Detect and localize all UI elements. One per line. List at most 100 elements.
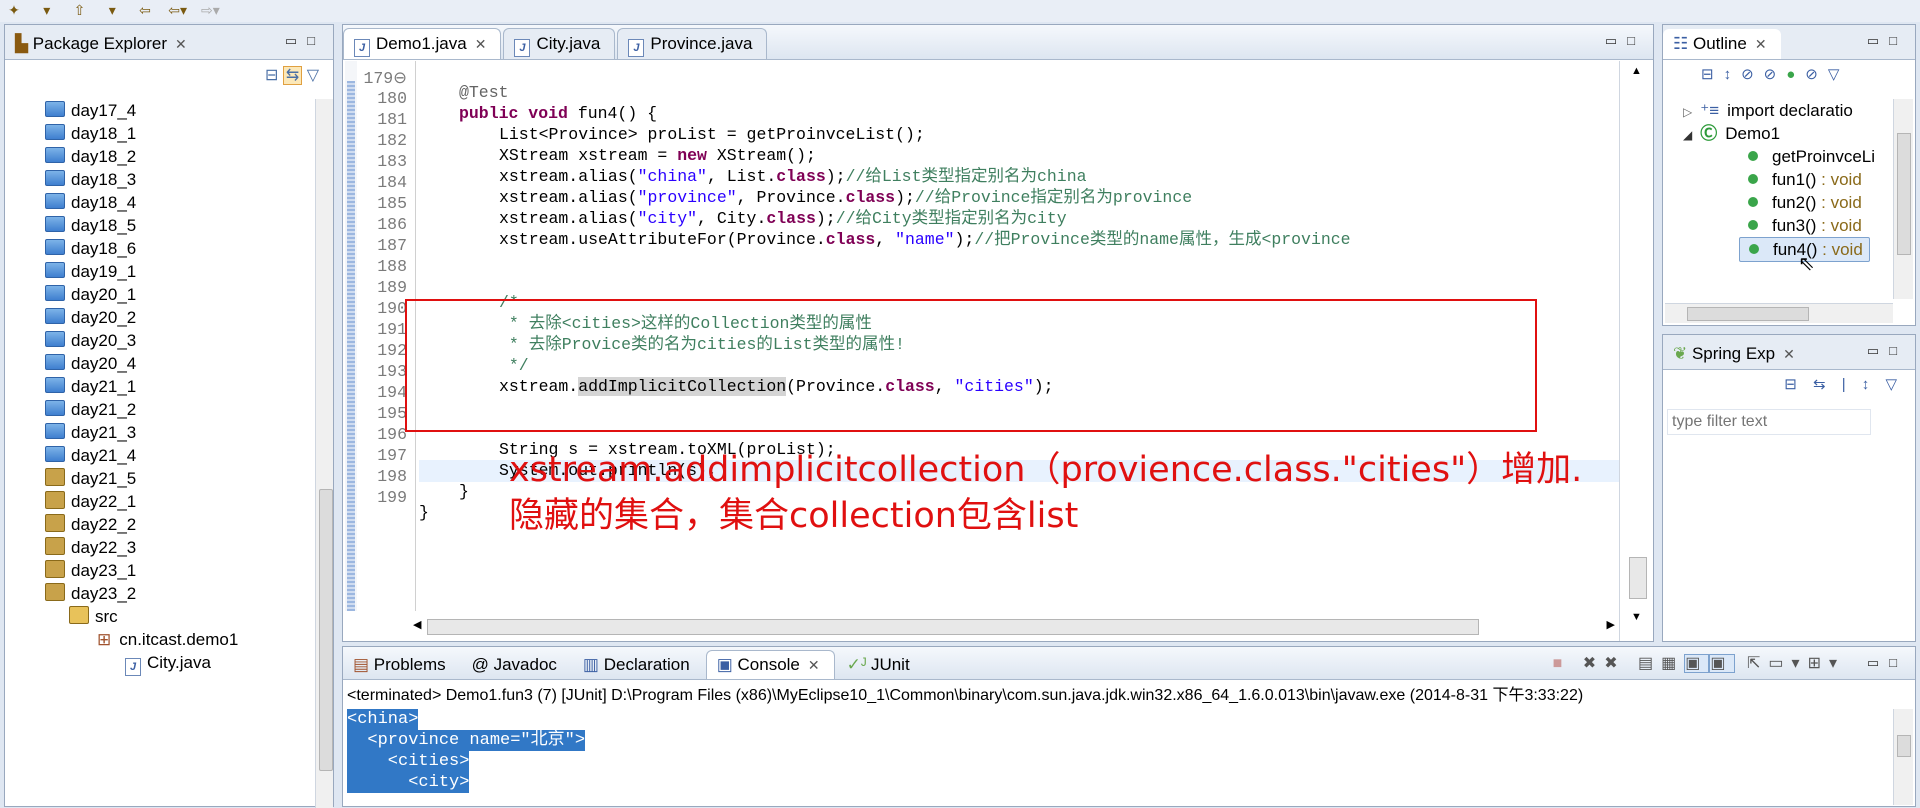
remove-launch-icon[interactable]: ✖	[1583, 655, 1604, 672]
close-icon[interactable]: ✕	[475, 36, 487, 52]
outline-horizontal-scrollbar[interactable]	[1665, 303, 1893, 323]
scroll-up-icon[interactable]: ▲	[1631, 65, 1642, 77]
tree-item-day22-3[interactable]: day22_3	[45, 536, 136, 559]
minimize-maximize-icon[interactable]: ▭□	[1867, 33, 1907, 49]
close-icon[interactable]: ✕	[1783, 346, 1795, 362]
collapse-all-icon[interactable]: ⊟	[1784, 376, 1803, 393]
scroll-right-icon[interactable]: ▶	[1607, 618, 1615, 631]
view-menu-icon[interactable]: ▽	[1885, 376, 1903, 393]
tab-junit[interactable]: ✓ᴶ JUnit	[837, 651, 924, 679]
tree-item-day20-4[interactable]: day20_4	[45, 352, 136, 375]
tab-package-explorer[interactable]: ▙ Package Explorer ✕	[5, 29, 201, 59]
tree-item-city-java[interactable]: J City.java	[125, 651, 211, 676]
display-console-icon[interactable]: ▭▾	[1768, 655, 1807, 672]
tab-province-java[interactable]: J Province.java	[617, 28, 768, 59]
package-explorer-scrollbar[interactable]	[315, 99, 333, 808]
scroll-down-icon[interactable]: ▼	[1631, 611, 1642, 623]
view-menu-icon[interactable]: ▽	[1828, 66, 1850, 83]
sort-icon[interactable]: ↕	[1724, 66, 1742, 83]
scrollbar-thumb[interactable]	[1687, 307, 1809, 321]
collapse-all-icon[interactable]: ⊟ ⇆ ▽	[265, 65, 319, 85]
remove-all-icon[interactable]: ✖	[1604, 655, 1625, 672]
tree-item-day23-2[interactable]: day23_2	[45, 582, 136, 605]
scrollbar-thumb[interactable]	[1897, 735, 1911, 757]
scroll-left-icon[interactable]: ◀	[413, 618, 421, 631]
tree-item-day21-2[interactable]: day21_2	[45, 398, 136, 421]
forward-icon[interactable]: ⇨▾	[196, 2, 224, 20]
link-with-editor-icon[interactable]: ⇆	[282, 66, 303, 85]
tree-item-day18-2[interactable]: day18_2	[45, 145, 136, 168]
outline-item-imports[interactable]: ▷ ⁺≡ import declaratio	[1683, 99, 1853, 122]
tab-declaration[interactable]: ▥ Declaration	[573, 651, 704, 679]
console-output[interactable]: <china> <province name="北京"> <cities> <c…	[347, 709, 1887, 805]
close-icon[interactable]: ✕	[808, 657, 820, 673]
tree-item-day18-4[interactable]: day18_4	[45, 191, 136, 214]
tree-item-day18-3[interactable]: day18_3	[45, 168, 136, 191]
back-icon[interactable]: ⇦	[131, 2, 159, 20]
tree-item-day20-3[interactable]: day20_3	[45, 329, 136, 352]
tree-item-day18-1[interactable]: day18_1	[45, 122, 136, 145]
outline-item-getprovincelist[interactable]: getProinvceLi	[1748, 145, 1875, 168]
open-console-icon[interactable]: ⊞▾	[1808, 655, 1845, 672]
show-on-stderr-icon[interactable]: ▣	[1709, 654, 1735, 673]
hide-fields-icon[interactable]: ⊘	[1741, 66, 1764, 83]
show-on-stdout-icon[interactable]: ▣	[1684, 654, 1710, 673]
tab-javadoc[interactable]: @ Javadoc	[462, 651, 571, 679]
tab-city-java[interactable]: J City.java	[503, 28, 616, 59]
tree-item-cn-itcast-demo1[interactable]: ⊞ cn.itcast.demo1	[97, 628, 238, 651]
pin-console-icon[interactable]: ⇱	[1747, 655, 1768, 672]
collapse-all-icon[interactable]: ⊟	[1701, 66, 1724, 83]
tree-item-day22-1[interactable]: day22_1	[45, 490, 136, 513]
outline-vertical-scrollbar[interactable]	[1893, 99, 1913, 299]
minimize-maximize-icon[interactable]: ▭□	[1867, 343, 1907, 359]
collapse-icon[interactable]: ◢	[1683, 128, 1692, 142]
link-icon[interactable]: ⇆	[1813, 376, 1832, 393]
tree-item-day21-4[interactable]: day21_4	[45, 444, 136, 467]
hide-local-types-icon[interactable]: ⊘	[1805, 66, 1828, 83]
tree-item-day21-5[interactable]: day21_5	[45, 467, 136, 490]
outline-item-demo1[interactable]: ◢ Ⓒ Demo1	[1683, 122, 1780, 145]
tree-item-day20-2[interactable]: day20_2	[45, 306, 136, 329]
tree-item-day21-1[interactable]: day21_1	[45, 375, 136, 398]
sort-icon[interactable]: ↕	[1862, 376, 1876, 393]
tree-item-day20-1[interactable]: day20_1	[45, 283, 136, 306]
tree-item-day18-6[interactable]: day18_6	[45, 237, 136, 260]
outline-item-fun2[interactable]: fun2() : void	[1748, 191, 1862, 214]
tree-item-day22-2[interactable]: day22_2	[45, 513, 136, 536]
scrollbar-thumb[interactable]	[427, 619, 1479, 635]
tab-spring-explorer[interactable]: ❦ Spring Exp ✕	[1663, 339, 1809, 369]
tab-problems[interactable]: ▤ Problems	[343, 651, 460, 679]
scrollbar-thumb[interactable]	[1897, 133, 1911, 255]
outline-item-fun1[interactable]: fun1() : void	[1748, 168, 1862, 191]
editor-horizontal-scrollbar[interactable]: ◀ ▶	[413, 615, 1619, 637]
editor-vertical-scrollbar[interactable]: ▲ ▼	[1619, 61, 1653, 641]
close-icon[interactable]: ✕	[1755, 36, 1767, 52]
dropdown-arrow-icon[interactable]: ▾	[33, 2, 61, 20]
dropdown-arrow-icon[interactable]: ▾	[98, 2, 126, 20]
minimize-maximize-icon[interactable]: ▭□	[1867, 655, 1907, 671]
tree-item-day18-5[interactable]: day18_5	[45, 214, 136, 237]
tab-demo1-java[interactable]: J Demo1.java ✕	[343, 28, 502, 59]
terminate-icon[interactable]: ■	[1553, 655, 1571, 672]
close-icon[interactable]: ✕	[175, 36, 187, 52]
hide-static-icon[interactable]: ⊘	[1764, 66, 1787, 83]
new-wizard-icon[interactable]: ✦	[0, 2, 28, 20]
hide-nonpublic-icon[interactable]: ●	[1786, 66, 1805, 83]
minimize-maximize-icon[interactable]: ▭□	[1605, 33, 1645, 49]
tree-item-day21-3[interactable]: day21_3	[45, 421, 136, 444]
expand-icon[interactable]: ▷	[1683, 105, 1692, 119]
outline-item-fun3[interactable]: fun3() : void	[1748, 214, 1862, 237]
filter-input[interactable]	[1667, 409, 1871, 435]
tab-outline[interactable]: ☷ Outline ✕	[1663, 29, 1781, 59]
tree-item-day17-4[interactable]: day17_4	[45, 99, 136, 122]
code-editor[interactable]: 178 179⊖180 181 182 183 184 185 186 187 188 189 190…	[357, 61, 1619, 611]
tree-item-day19-1[interactable]: day19_1	[45, 260, 136, 283]
back-dropdown-icon[interactable]: ⇦▾	[164, 2, 192, 20]
scrollbar-thumb[interactable]	[1629, 557, 1647, 599]
open-type-icon[interactable]: ⇧	[65, 2, 93, 20]
tree-item-day23-1[interactable]: day23_1	[45, 559, 136, 582]
tab-console[interactable]: ▣ Console ✕	[705, 650, 835, 679]
scroll-lock-icon[interactable]: ▦	[1661, 655, 1684, 672]
tree-item-src[interactable]: src	[69, 605, 118, 628]
console-scrollbar[interactable]	[1893, 709, 1913, 805]
